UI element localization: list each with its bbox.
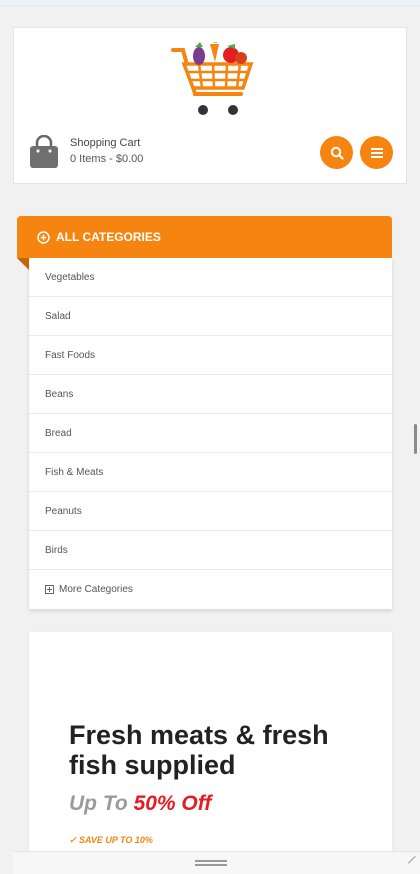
promo-banner[interactable]: Fresh meats & fresh fish supplied Up To … <box>29 632 392 862</box>
category-item-birds[interactable]: Birds <box>29 531 392 570</box>
category-label: Fast Foods <box>45 349 96 361</box>
categories-panel: ALL CATEGORIES Vegetables Salad Fast Foo… <box>17 216 392 609</box>
category-item-fast-foods[interactable]: Fast Foods <box>29 336 392 375</box>
browser-top-strip <box>0 0 420 6</box>
category-item-peanuts[interactable]: Peanuts <box>29 492 392 531</box>
more-categories-label: More Categories <box>59 584 133 595</box>
hamburger-menu-icon <box>370 147 383 158</box>
promo-upto: Up To <box>69 792 128 815</box>
promo-title: Fresh meats & fresh fish supplied <box>69 720 329 780</box>
promo-save-text: SAVE UP TO 10% <box>79 835 153 845</box>
shopping-bag-icon[interactable] <box>28 134 60 169</box>
category-label: Peanuts <box>45 505 82 517</box>
ribbon-fold <box>17 258 29 270</box>
cart-logo-icon <box>171 38 254 115</box>
cart-summary[interactable]: 0 Items - $0.00 <box>70 153 143 165</box>
scrollbar-thumb[interactable] <box>414 424 417 454</box>
category-label: Vegetables <box>45 271 95 283</box>
promo-offer: Up To 50% Off <box>69 792 211 816</box>
category-item-vegetables[interactable]: Vegetables <box>29 258 392 297</box>
category-label: Fish & Meats <box>45 466 104 478</box>
square-plus-icon <box>45 585 54 594</box>
drag-handle-icon[interactable] <box>195 860 227 866</box>
category-item-beans[interactable]: Beans <box>29 375 392 414</box>
promo-save-note: ✓ SAVE UP TO 10% <box>69 835 153 846</box>
category-item-fish-meats[interactable]: Fish & Meats <box>29 453 392 492</box>
category-label: Beans <box>45 388 74 400</box>
store-logo[interactable] <box>169 38 255 120</box>
bottom-drag-bar <box>13 851 420 874</box>
check-icon: ✓ <box>69 835 80 845</box>
category-label: Bread <box>45 427 72 439</box>
categories-list: Vegetables Salad Fast Foods Beans Bread … <box>29 258 392 609</box>
promo-percent: 50% Off <box>133 792 212 815</box>
category-label: Birds <box>45 544 68 556</box>
all-categories-toggle[interactable]: ALL CATEGORIES <box>17 216 392 258</box>
search-icon <box>330 146 344 160</box>
site-header: Shopping Cart 0 Items - $0.00 <box>13 27 407 184</box>
category-item-bread[interactable]: Bread <box>29 414 392 453</box>
search-button[interactable] <box>320 136 353 169</box>
category-label: Salad <box>45 310 71 322</box>
cart-title[interactable]: Shopping Cart <box>70 137 140 149</box>
circle-plus-icon <box>37 230 50 244</box>
category-item-salad[interactable]: Salad <box>29 297 392 336</box>
all-categories-label: ALL CATEGORIES <box>56 230 161 244</box>
menu-button[interactable] <box>360 136 393 169</box>
more-categories-link[interactable]: More Categories <box>29 570 392 609</box>
